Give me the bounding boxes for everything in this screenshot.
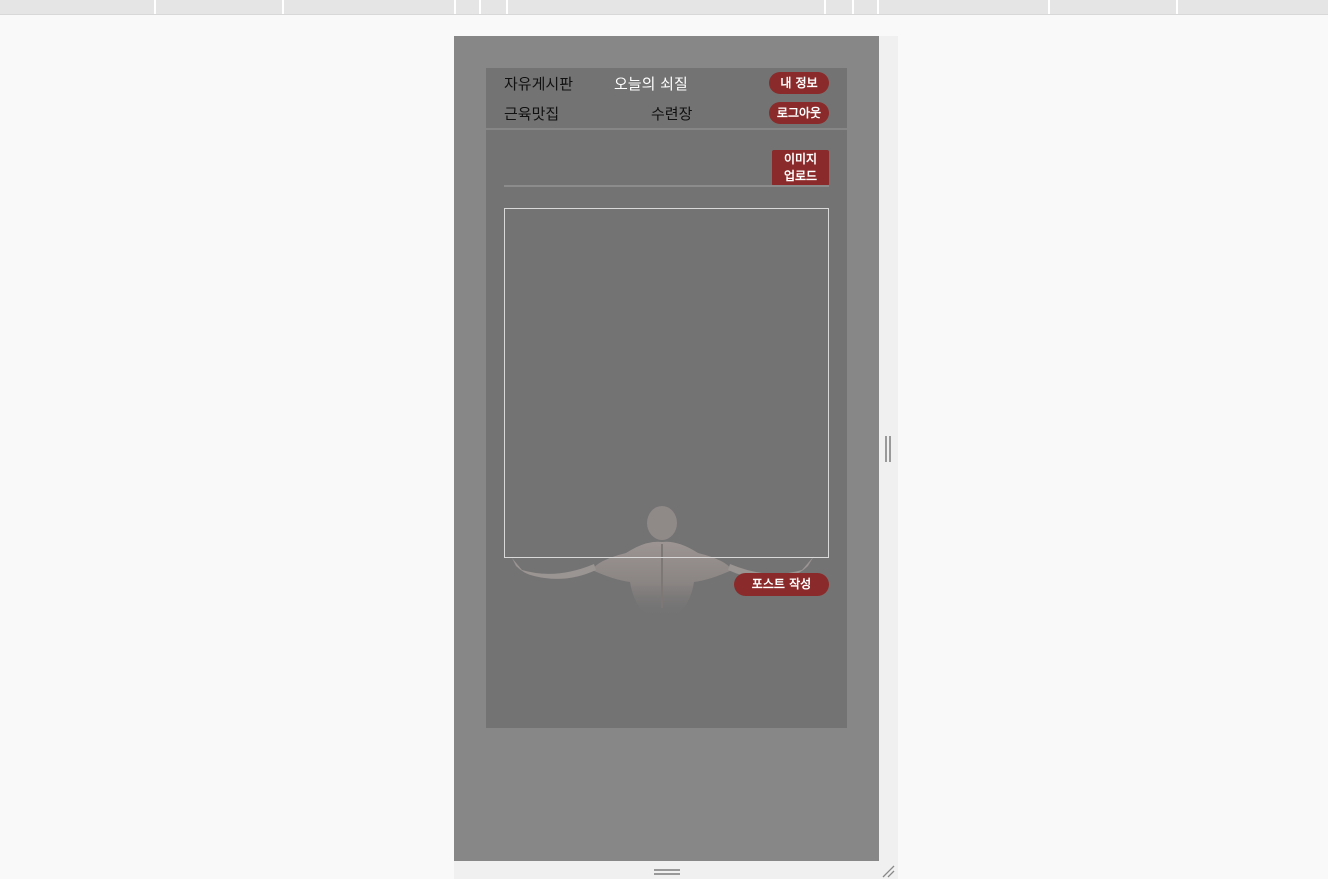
toolbar-divider bbox=[282, 0, 284, 14]
devtools-toolbar bbox=[0, 0, 1328, 15]
toolbar-divider bbox=[154, 0, 156, 14]
corner-resize-icon[interactable] bbox=[881, 864, 895, 878]
toolbar-divider bbox=[479, 0, 481, 14]
logout-button[interactable]: 로그아웃 bbox=[769, 102, 829, 124]
app-container: 자유게시판 오늘의 쇠질 내 정보 근육맛집 수련장 로그아웃 이미지 업로드 bbox=[486, 68, 847, 728]
nav-muscle-food[interactable]: 근육맛집 bbox=[504, 103, 559, 124]
nav-todays-workout[interactable]: 오늘의 쇠질 bbox=[614, 73, 688, 94]
nav-row-top: 자유게시판 오늘의 쇠질 내 정보 bbox=[486, 68, 847, 98]
toolbar-divider bbox=[454, 0, 456, 14]
nav-free-board[interactable]: 자유게시판 bbox=[504, 73, 573, 94]
toolbar-divider bbox=[506, 0, 508, 14]
toolbar-divider bbox=[1048, 0, 1050, 14]
nav-row-bottom: 근육맛집 수련장 로그아웃 bbox=[486, 98, 847, 128]
nav-divider bbox=[486, 128, 847, 130]
toolbar-divider bbox=[852, 0, 854, 14]
toolbar-divider bbox=[824, 0, 826, 14]
nav-dojo[interactable]: 수련장 bbox=[651, 103, 692, 124]
image-preview-area[interactable] bbox=[504, 208, 829, 558]
post-title-underline bbox=[504, 185, 829, 187]
toolbar-divider bbox=[877, 0, 879, 14]
device-viewport: 자유게시판 오늘의 쇠질 내 정보 근육맛집 수련장 로그아웃 이미지 업로드 bbox=[454, 36, 879, 861]
my-info-button[interactable]: 내 정보 bbox=[769, 72, 829, 94]
image-upload-label-line1: 이미지 bbox=[783, 152, 818, 166]
toolbar-divider bbox=[1176, 0, 1178, 14]
vertical-resize-handle-icon[interactable] bbox=[885, 436, 891, 462]
image-upload-label-line2: 업로드 bbox=[783, 169, 818, 183]
submit-post-button[interactable]: 포스트 작성 bbox=[734, 573, 829, 596]
horizontal-resize-handle-icon[interactable] bbox=[654, 869, 680, 875]
image-upload-button[interactable]: 이미지 업로드 bbox=[772, 150, 829, 186]
